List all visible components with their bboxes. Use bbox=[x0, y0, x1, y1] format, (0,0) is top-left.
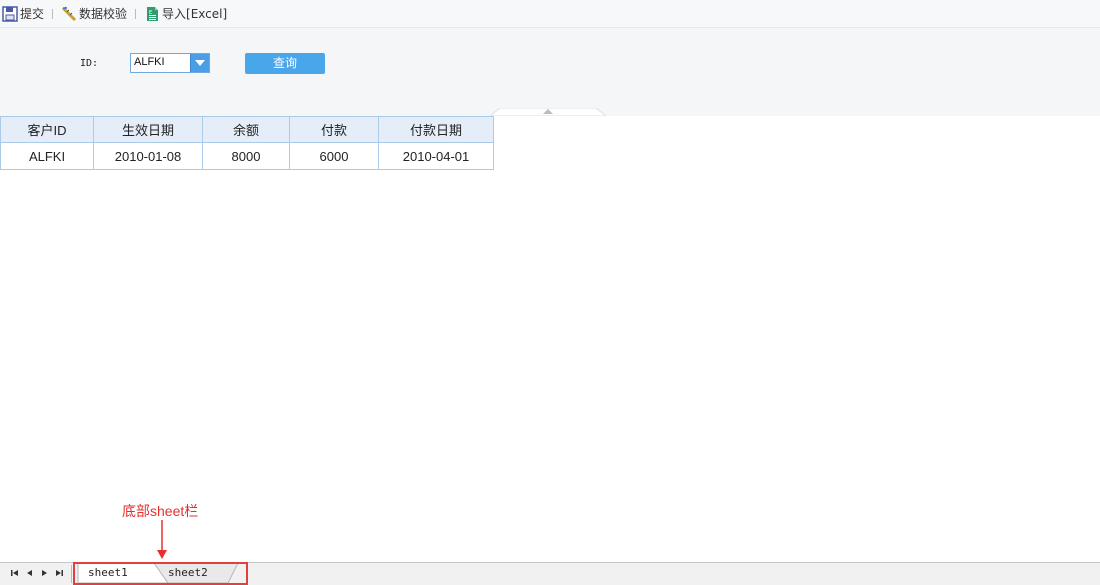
table-cell[interactable]: 2010-04-01 bbox=[378, 142, 494, 170]
sheet-tabs-highlight-box bbox=[73, 562, 248, 585]
last-sheet-icon[interactable] bbox=[53, 567, 65, 579]
report-table: 客户ID 生效日期 余额 付款 付款日期 ALFKI 2010-01-08 80… bbox=[0, 116, 494, 170]
next-sheet-icon[interactable] bbox=[38, 567, 50, 579]
sheet-bar: sheet1 sheet2 bbox=[0, 562, 1100, 585]
ruler-icon bbox=[61, 6, 77, 21]
toolbar-divider bbox=[52, 8, 54, 19]
header-cell: 客户ID bbox=[0, 116, 94, 143]
import-label: 导入[Excel] bbox=[162, 7, 228, 21]
table-row: ALFKI 2010-01-08 8000 6000 2010-04-01 bbox=[0, 142, 494, 170]
annotation-arrow bbox=[157, 520, 167, 559]
query-button[interactable]: 查询 bbox=[245, 53, 325, 74]
header-cell: 生效日期 bbox=[93, 116, 203, 143]
annotation-label: 底部sheet栏 bbox=[122, 503, 199, 519]
import-excel-button[interactable]: E 导入[Excel] bbox=[142, 4, 229, 24]
first-sheet-icon[interactable] bbox=[9, 567, 21, 579]
save-icon bbox=[2, 5, 18, 22]
toolbar: 提交 数据校验 E 导入[Excel] bbox=[0, 0, 1100, 28]
table-cell[interactable]: 2010-01-08 bbox=[93, 142, 203, 170]
header-cell: 付款日期 bbox=[378, 116, 494, 143]
submit-button[interactable]: 提交 bbox=[0, 4, 46, 24]
id-dropdown-button[interactable] bbox=[190, 54, 209, 72]
id-combobox-value: ALFKI bbox=[134, 56, 165, 68]
id-label: ID: bbox=[80, 58, 99, 69]
header-cell: 付款 bbox=[289, 116, 379, 143]
validate-label: 数据校验 bbox=[79, 7, 128, 21]
prev-sheet-icon[interactable] bbox=[24, 567, 36, 579]
id-combobox[interactable]: ALFKI bbox=[130, 53, 210, 73]
submit-label: 提交 bbox=[20, 7, 45, 21]
table-cell[interactable]: 8000 bbox=[202, 142, 290, 170]
header-cell: 余额 bbox=[202, 116, 290, 143]
parameter-pane: ID: ALFKI 查询 bbox=[0, 28, 1100, 116]
chevron-down-icon bbox=[195, 60, 205, 66]
toolbar-divider bbox=[135, 8, 137, 19]
collapse-pane-tab[interactable] bbox=[490, 108, 606, 116]
table-header-row: 客户ID 生效日期 余额 付款 付款日期 bbox=[0, 116, 494, 143]
table-cell[interactable]: ALFKI bbox=[0, 142, 94, 170]
table-cell[interactable]: 6000 bbox=[289, 142, 379, 170]
excel-file-icon: E bbox=[147, 6, 159, 21]
validate-button[interactable]: 数据校验 bbox=[59, 4, 129, 24]
sheet-nav-divider bbox=[71, 565, 72, 583]
